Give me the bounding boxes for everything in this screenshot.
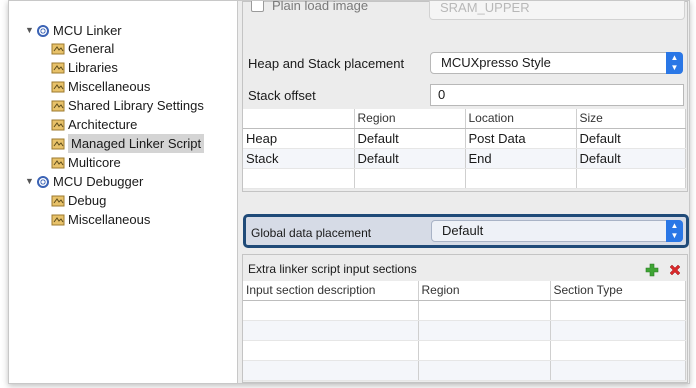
settings-page-icon xyxy=(51,62,65,74)
table-cell[interactable]: Default xyxy=(354,128,466,149)
settings-page-icon xyxy=(51,157,65,169)
table-row xyxy=(243,320,686,341)
extra-sections-group: Extra linker script input sections Input… xyxy=(242,254,688,383)
settings-page-icon xyxy=(51,100,65,112)
tree-item-managed-linker-script[interactable]: Managed Linker Script xyxy=(51,134,205,153)
stack-offset-input[interactable]: 0 xyxy=(430,84,684,106)
table-row xyxy=(243,340,686,361)
tree-item-debug[interactable]: Debug xyxy=(51,191,106,210)
extra-sections-table: Input section description Region Section… xyxy=(243,281,686,381)
heap-stack-placement-select[interactable]: MCUXpresso Style ▲ ▼ xyxy=(430,52,683,74)
table-cell: Heap xyxy=(243,128,355,149)
table-row xyxy=(243,360,686,381)
heap-stack-table: Region Location Size Heap Default Post D… xyxy=(243,109,686,189)
tree-item-architecture[interactable]: Architecture xyxy=(51,115,137,134)
global-data-placement-label: Global data placement xyxy=(251,226,372,240)
tool-gear-icon xyxy=(37,24,49,37)
table-row xyxy=(243,168,686,189)
settings-tree: ▼ MCU Linker General Libraries Miscellan… xyxy=(9,1,238,383)
plain-load-label: Plain load image xyxy=(272,0,369,13)
tree-item-debugger-miscellaneous[interactable]: Miscellaneous xyxy=(51,210,150,229)
settings-page-icon xyxy=(51,43,65,55)
column-header xyxy=(243,109,355,129)
settings-page-icon xyxy=(51,138,65,150)
remove-icon[interactable] xyxy=(668,263,682,277)
extra-sections-title: Extra linker script input sections xyxy=(248,262,417,276)
add-icon[interactable] xyxy=(645,263,659,277)
tool-gear-icon xyxy=(37,175,49,188)
settings-page-icon xyxy=(51,195,65,207)
table-cell[interactable]: End xyxy=(465,148,577,169)
settings-page-icon xyxy=(51,214,65,226)
table-cell[interactable]: Default xyxy=(354,148,466,169)
table-cell xyxy=(243,168,355,189)
heap-stack-group: Plain load image SRAM_UPPER Heap and Sta… xyxy=(242,1,688,192)
settings-page-icon xyxy=(51,119,65,131)
table-row[interactable]: Stack Default End Default xyxy=(243,148,686,169)
column-header: Region xyxy=(354,109,466,129)
table-cell xyxy=(354,168,466,189)
table-cell[interactable]: Post Data xyxy=(465,128,577,149)
linker-settings-pane: Plain load image SRAM_UPPER Heap and Sta… xyxy=(238,1,689,383)
tree-item-mcu-linker[interactable]: ▼ MCU Linker xyxy=(25,21,122,40)
settings-page-icon xyxy=(51,81,65,93)
table-row[interactable]: Heap Default Post Data Default xyxy=(243,128,686,149)
column-header: Section Type xyxy=(550,281,686,301)
column-header: Size xyxy=(576,109,686,129)
table-row xyxy=(243,300,686,321)
tree-item-libraries[interactable]: Libraries xyxy=(51,58,118,77)
tree-item-miscellaneous[interactable]: Miscellaneous xyxy=(51,77,150,96)
plain-load-checkbox[interactable] xyxy=(251,1,264,12)
plain-load-row: Plain load image xyxy=(251,0,369,13)
plain-load-region-select: SRAM_UPPER xyxy=(429,1,685,20)
select-stepper-icon: ▲ ▼ xyxy=(666,220,683,242)
table-cell[interactable]: Default xyxy=(576,148,686,169)
table-cell: Stack xyxy=(243,148,355,169)
table-cell xyxy=(465,168,577,189)
table-cell[interactable]: Default xyxy=(576,128,686,149)
column-header: Region xyxy=(418,281,551,301)
table-header-row: Region Location Size xyxy=(243,109,686,129)
tree-item-mcu-debugger[interactable]: ▼ MCU Debugger xyxy=(25,172,143,191)
global-data-placement-row: Global data placement Default ▲ ▼ xyxy=(243,214,689,248)
heap-stack-placement-label: Heap and Stack placement xyxy=(248,56,405,71)
expand-arrow-icon[interactable]: ▼ xyxy=(25,172,35,191)
tree-item-general[interactable]: General xyxy=(51,39,114,58)
table-header-row: Input section description Region Section… xyxy=(243,281,686,301)
tree-item-multicore[interactable]: Multicore xyxy=(51,153,121,172)
table-cell xyxy=(576,168,686,189)
select-stepper-icon: ▲ ▼ xyxy=(666,52,683,74)
tree-item-shared-library-settings[interactable]: Shared Library Settings xyxy=(51,96,204,115)
properties-window: ▼ MCU Linker General Libraries Miscellan… xyxy=(8,0,690,384)
stack-offset-label: Stack offset xyxy=(248,88,316,103)
global-data-placement-select[interactable]: Default ▲ ▼ xyxy=(431,220,683,242)
column-header: Input section description xyxy=(243,281,419,301)
column-header: Location xyxy=(465,109,577,129)
expand-arrow-icon[interactable]: ▼ xyxy=(25,21,35,40)
